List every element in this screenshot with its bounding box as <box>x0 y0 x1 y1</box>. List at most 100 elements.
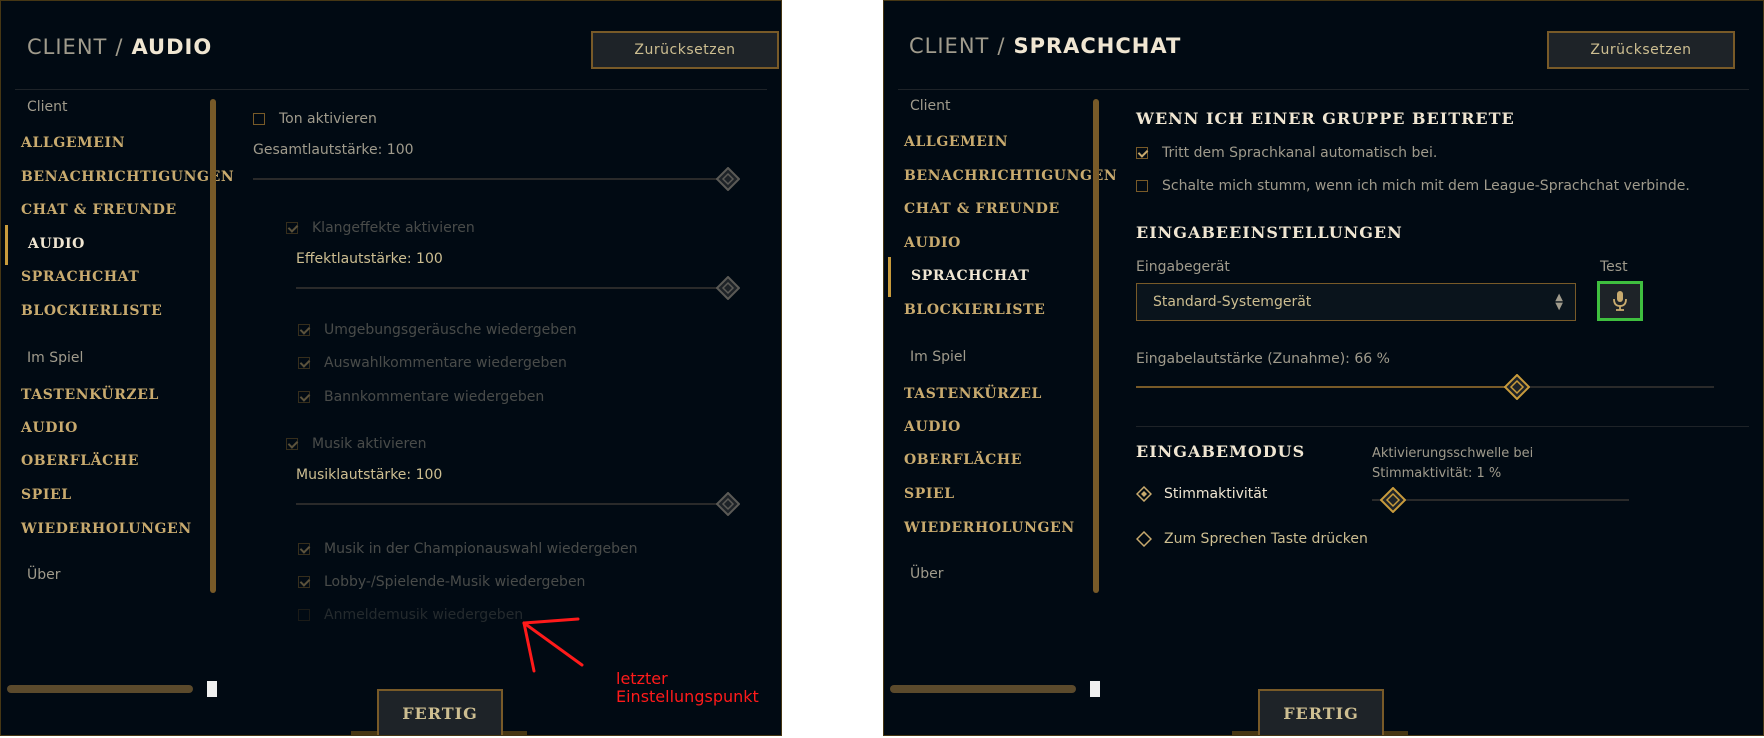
musik-checkbox[interactable] <box>286 438 298 450</box>
reset-button-right[interactable]: Zurücksetzen <box>1547 31 1735 69</box>
sidebar-item-blockierliste[interactable]: BLOCKIERLISTE <box>21 303 162 319</box>
klangeffekte-row[interactable]: Klangeffekte aktivieren <box>286 220 475 236</box>
sidebar-scrollbar[interactable] <box>210 99 216 593</box>
sidebar-item-sprachchat[interactable]: SPRACHCHAT <box>911 268 1029 284</box>
sidebar-item-audio[interactable]: AUDIO <box>904 235 961 251</box>
nav-group-ingame: Im Spiel <box>910 349 967 365</box>
sidebar-item-wiederholungen[interactable]: WIEDERHOLUNGEN <box>904 520 1075 536</box>
sidebar-item-tastenkuerzel[interactable]: TASTENKÜRZEL <box>904 386 1042 402</box>
page-title-right: CLIENT / SPRACHCHAT <box>909 34 1182 58</box>
bann-checkbox[interactable] <box>298 391 310 403</box>
ton-aktivieren-row[interactable]: Ton aktivieren <box>253 111 377 127</box>
sidebar-item-sprachchat[interactable]: SPRACHCHAT <box>21 269 139 285</box>
mode-voice-row[interactable]: Stimmaktivität <box>1136 486 1267 502</box>
auto-join-row[interactable]: Tritt dem Sprachkanal automatisch bei. <box>1136 145 1437 161</box>
umgebung-checkbox[interactable] <box>298 324 310 336</box>
anmelde-checkbox[interactable] <box>298 609 310 621</box>
gesamt-volume-track[interactable] <box>253 178 729 180</box>
nav-group-about: Über <box>27 567 61 583</box>
annotation-line-1: letzter <box>616 669 668 688</box>
klangeffekte-checkbox[interactable] <box>286 222 298 234</box>
mute-row[interactable]: Schalte mich stumm, wenn ich mich mit de… <box>1136 178 1690 194</box>
device-label: Eingabegerät <box>1136 259 1230 275</box>
gesamt-volume-knob[interactable] <box>715 166 741 192</box>
input-volume-label: Eingabelautstärke (Zunahme): 66 % <box>1136 351 1390 367</box>
gesamt-volume-label: Gesamtlautstärke: 100 <box>253 142 414 158</box>
done-button-right[interactable]: FERTIG <box>1258 689 1384 735</box>
bann-label: Bannkommentare wiedergeben <box>324 389 545 405</box>
effekt-volume-knob[interactable] <box>715 275 741 301</box>
active-indicator <box>5 225 8 265</box>
anmelde-label: Anmeldemusik wiedergeben <box>324 607 524 623</box>
active-indicator <box>888 257 891 297</box>
umgebung-row[interactable]: Umgebungsgeräusche wiedergeben <box>298 322 577 338</box>
scrollbar-end-handle-right[interactable] <box>1090 681 1100 697</box>
auswahl-row[interactable]: Auswahlkommentare wiedergeben <box>298 355 567 371</box>
sidebar-item-oberflaeche[interactable]: OBERFLÄCHE <box>904 452 1022 468</box>
sidebar-item-audio[interactable]: AUDIO <box>28 236 85 252</box>
scrollbar-end-handle[interactable] <box>207 681 217 697</box>
sidebar-item-oberflaeche[interactable]: OBERFLÄCHE <box>21 453 139 469</box>
done-button[interactable]: FERTIG <box>377 689 503 735</box>
musik-volume-knob[interactable] <box>715 491 741 517</box>
musik-label: Musik aktivieren <box>312 436 427 452</box>
effekt-volume-track[interactable] <box>296 287 729 289</box>
microphone-icon <box>1613 291 1627 311</box>
chevron-updown-icon: ▲ ▼ <box>1555 292 1563 312</box>
champion-checkbox[interactable] <box>298 543 310 555</box>
horizontal-scrollbar-right[interactable] <box>890 685 1076 693</box>
lobby-row[interactable]: Lobby-/Spielende-Musik wiedergeben <box>298 574 585 590</box>
bann-row[interactable]: Bannkommentare wiedergeben <box>298 389 544 405</box>
sidebar-item-spiel[interactable]: SPIEL <box>21 487 72 503</box>
effekt-volume-label: Effektlautstärke: 100 <box>296 251 443 267</box>
radio-selected-icon[interactable] <box>1136 486 1152 502</box>
nav-group-ingame: Im Spiel <box>27 350 84 366</box>
auto-join-checkbox[interactable] <box>1136 147 1148 159</box>
ton-aktivieren-checkbox[interactable] <box>253 113 265 125</box>
champion-row[interactable]: Musik in der Championauswahl wiedergeben <box>298 541 638 557</box>
sidebar-item-audio-ingame[interactable]: AUDIO <box>904 419 961 435</box>
header-divider <box>15 89 767 90</box>
musik-row[interactable]: Musik aktivieren <box>286 436 426 452</box>
reset-button[interactable]: Zurücksetzen <box>591 31 779 69</box>
input-mode-heading: EINGABEMODUS <box>1136 442 1306 461</box>
sidebar-item-audio-ingame[interactable]: AUDIO <box>21 420 78 436</box>
sidebar-item-chat-freunde[interactable]: CHAT & FREUNDE <box>904 201 1060 217</box>
sidebar-item-spiel[interactable]: SPIEL <box>904 486 955 502</box>
klangeffekte-label: Klangeffekte aktivieren <box>312 220 475 236</box>
input-device-value: Standard-Systemgerät <box>1153 294 1312 310</box>
umgebung-label: Umgebungsgeräusche wiedergeben <box>324 322 577 338</box>
sidebar-item-tastenkuerzel[interactable]: TASTENKÜRZEL <box>21 387 159 403</box>
musik-volume-track[interactable] <box>296 503 729 505</box>
test-mic-button[interactable] <box>1597 281 1643 321</box>
sidebar-item-benachrichtigungen[interactable]: BENACHRICHTIGUNGEN <box>904 168 1117 184</box>
section-divider <box>1136 426 1749 427</box>
sidebar-item-allgemein[interactable]: ALLGEMEIN <box>904 134 1008 150</box>
threshold-knob[interactable] <box>1379 486 1406 514</box>
annotation-arrow-icon <box>522 617 584 673</box>
anmelde-row[interactable]: Anmeldemusik wiedergeben <box>298 607 523 623</box>
lobby-checkbox[interactable] <box>298 576 310 588</box>
sidebar-scrollbar-right[interactable] <box>1093 99 1099 593</box>
input-volume-fill <box>1136 386 1518 388</box>
mode-ptt-label: Zum Sprechen Taste drücken <box>1164 531 1368 547</box>
input-device-select[interactable]: Standard-Systemgerät ▲ ▼ <box>1136 283 1576 321</box>
sidebar-item-benachrichtigungen[interactable]: BENACHRICHTIGUNGEN <box>21 169 234 185</box>
sidebar-item-chat-freunde[interactable]: CHAT & FREUNDE <box>21 202 177 218</box>
sidebar-item-allgemein[interactable]: ALLGEMEIN <box>21 135 125 151</box>
horizontal-scrollbar[interactable] <box>7 685 193 693</box>
champion-label: Musik in der Championauswahl wiedergeben <box>324 541 638 557</box>
nav-group-client: Client <box>910 98 951 114</box>
mode-ptt-row[interactable]: Zum Sprechen Taste drücken <box>1136 531 1368 547</box>
sidebar-item-wiederholungen[interactable]: WIEDERHOLUNGEN <box>21 521 192 537</box>
mute-checkbox[interactable] <box>1136 180 1148 192</box>
annotation-line-2: Einstellungspunkt <box>616 687 759 706</box>
radio-unselected-icon[interactable] <box>1136 531 1152 547</box>
sidebar-item-blockierliste[interactable]: BLOCKIERLISTE <box>904 302 1045 318</box>
nav-group-client: Client <box>27 99 68 115</box>
auswahl-checkbox[interactable] <box>298 357 310 369</box>
group-join-heading: WENN ICH EINER GRUPPE BEITRETE <box>1136 109 1515 128</box>
threshold-track[interactable] <box>1372 499 1629 501</box>
input-volume-knob[interactable] <box>1504 373 1531 401</box>
musik-volume-label: Musiklautstärke: 100 <box>296 467 443 483</box>
